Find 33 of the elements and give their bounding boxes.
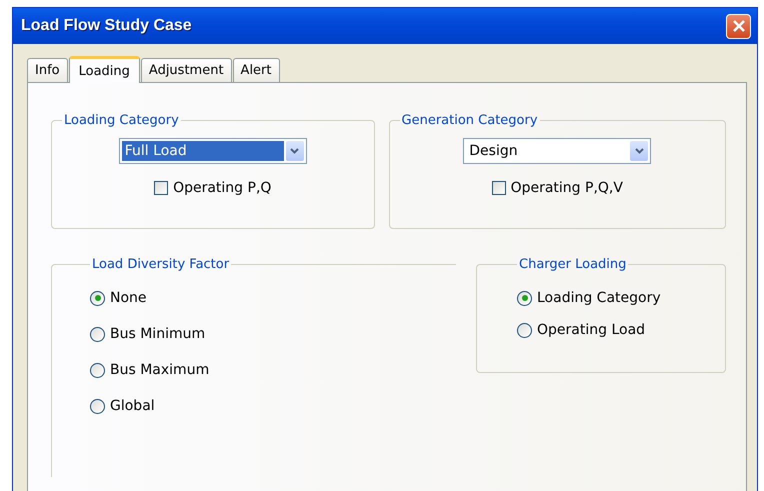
radio-button[interactable]: [90, 290, 105, 306]
dropdown-value: Design: [468, 142, 519, 161]
group-title: Generation Category: [400, 113, 539, 128]
radio-label[interactable]: None: [110, 290, 147, 306]
checkbox[interactable]: [492, 181, 506, 195]
radio-label[interactable]: Loading Category: [537, 290, 661, 306]
tab[interactable]: Adjustment: [140, 58, 232, 82]
radio-button[interactable]: [517, 322, 532, 338]
radio-button[interactable]: [517, 290, 532, 306]
close-button[interactable]: [726, 14, 751, 38]
chevron-down-icon[interactable]: [286, 141, 304, 161]
radio-button[interactable]: [90, 362, 105, 378]
close-icon[interactable]: [732, 19, 746, 33]
radio-label[interactable]: Bus Minimum: [110, 326, 206, 342]
dropdown[interactable]: Design: [463, 138, 652, 164]
radio-label[interactable]: Operating Load: [537, 322, 646, 338]
chevron-down-icon[interactable]: [630, 141, 648, 161]
tab[interactable]: Info: [27, 58, 68, 82]
window-title: Load Flow Study Case: [21, 17, 192, 35]
tab[interactable]: Loading: [68, 56, 140, 83]
dropdown[interactable]: Full Load: [118, 138, 307, 164]
group-title: Load Diversity Factor: [91, 257, 230, 272]
group-title: Loading Category: [63, 113, 180, 128]
tab[interactable]: Alert: [232, 58, 280, 82]
checkbox-label[interactable]: Operating P,Q,V: [510, 180, 623, 196]
checkbox[interactable]: [154, 181, 168, 195]
group-title: Charger Loading: [518, 257, 628, 272]
checkbox-label[interactable]: Operating P,Q: [173, 180, 272, 196]
dropdown-value: Full Load: [122, 141, 284, 161]
radio-button[interactable]: [90, 326, 105, 342]
radio-label[interactable]: Bus Maximum: [110, 362, 210, 378]
radio-button[interactable]: [90, 398, 105, 414]
radio-label[interactable]: Global: [110, 398, 155, 414]
